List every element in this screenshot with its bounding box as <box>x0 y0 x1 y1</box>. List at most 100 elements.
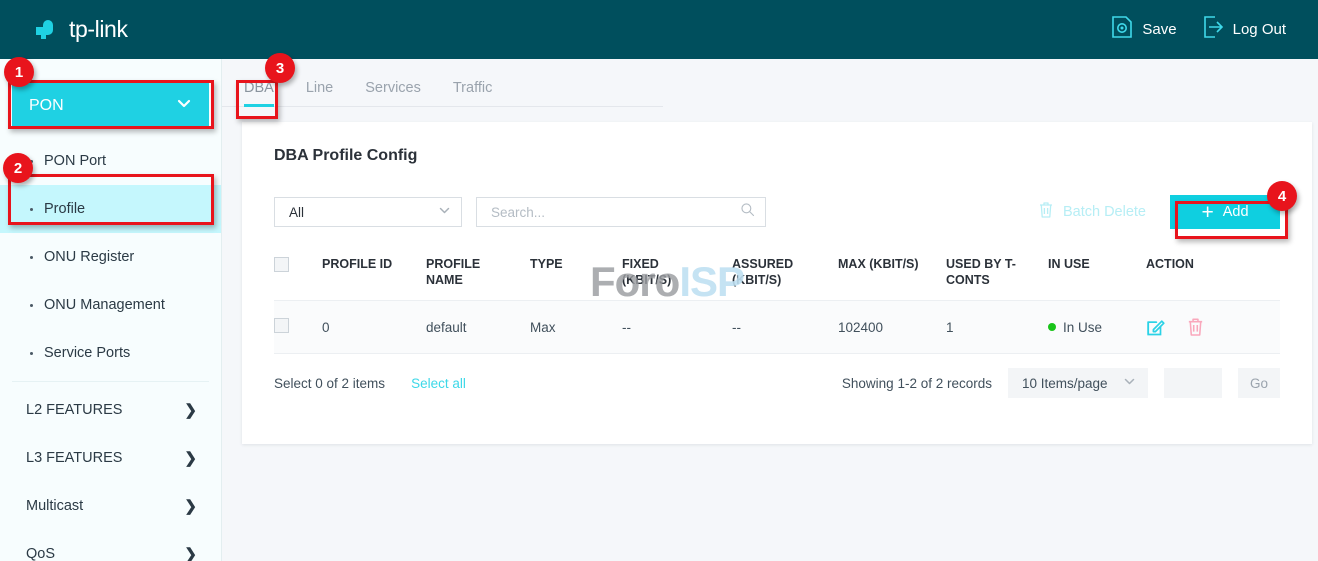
annotation-badge-4: 4 <box>1267 181 1297 211</box>
chevron-right-icon: ❯ <box>184 545 197 561</box>
main-content: DBA Line Services Traffic DBA Profile Co… <box>222 59 1318 561</box>
sidebar-group-multicast[interactable]: Multicast ❯ <box>0 482 221 530</box>
logout-button[interactable]: Log Out <box>1203 15 1286 44</box>
sidebar-item-service-ports[interactable]: Service Ports <box>0 329 221 377</box>
bullet-icon <box>30 208 33 211</box>
tab-traffic[interactable]: Traffic <box>437 80 508 106</box>
logout-arrow-icon <box>1203 15 1224 44</box>
sidebar-item-label: ONU Register <box>44 249 134 265</box>
sidebar-item-label: ONU Management <box>44 297 165 313</box>
column-fixed: FIXED(KBIT/S) <box>622 247 732 301</box>
select-all-link[interactable]: Select all <box>411 376 466 391</box>
column-profile-id: PROFILE ID <box>322 247 426 301</box>
save-button[interactable]: Save <box>1111 15 1176 44</box>
cell-action <box>1146 301 1280 354</box>
sidebar-group-pon-label: PON <box>29 97 64 115</box>
sidebar-item-pon-port[interactable]: PON Port <box>0 137 221 185</box>
header-actions: Save Log Out <box>1111 15 1286 44</box>
tab-label: DBA <box>244 80 274 96</box>
chevron-right-icon: ❯ <box>184 401 197 419</box>
cell-profile-name: default <box>426 301 530 354</box>
table-toolbar: All <box>274 195 1280 229</box>
brand-name: tp-link <box>69 16 128 43</box>
search-box <box>476 197 766 227</box>
page-size-select[interactable]: 10 Items/page <box>1008 368 1148 398</box>
annotation-badge-2: 2 <box>3 153 33 183</box>
edit-pencil-icon[interactable] <box>1146 317 1166 337</box>
column-profile-name: PROFILENAME <box>426 247 530 301</box>
records-info: Showing 1-2 of 2 records <box>842 376 992 391</box>
dba-profile-card: DBA Profile Config All <box>242 122 1312 444</box>
row-select-checkbox[interactable] <box>274 318 289 333</box>
batch-delete-button[interactable]: Batch Delete <box>1038 201 1146 223</box>
pagination-controls: Showing 1-2 of 2 records 10 Items/page G… <box>842 368 1280 398</box>
annotation-badge-1: 1 <box>4 57 34 87</box>
tab-services[interactable]: Services <box>349 80 437 106</box>
chevron-right-icon: ❯ <box>184 497 197 515</box>
page-number-input[interactable] <box>1164 368 1222 398</box>
sidebar-subitems: PON Port Profile ONU Register ONU Manage… <box>0 137 221 377</box>
sidebar-group-qos[interactable]: QoS ❯ <box>0 530 221 561</box>
sidebar-group-label: QoS <box>26 546 55 561</box>
column-action: ACTION <box>1146 247 1280 301</box>
annotation-badge-3: 3 <box>265 53 295 83</box>
select-all-header <box>274 247 322 301</box>
column-used-by-tconts: USED BY T-CONTS <box>946 247 1048 301</box>
cell-type: Max <box>530 301 622 354</box>
sidebar-item-label: Service Ports <box>44 345 130 361</box>
sidebar-item-profile[interactable]: Profile <box>0 185 221 233</box>
column-max: MAX (KBIT/S) <box>838 247 946 301</box>
table-header-row: PROFILE ID PROFILENAME TYPE FIXED(KBIT/S… <box>274 247 1280 301</box>
tab-dba[interactable]: DBA <box>236 80 290 106</box>
sidebar-group-label: L2 FEATURES <box>26 402 122 418</box>
selection-info: Select 0 of 2 items <box>274 376 385 391</box>
plus-icon: + <box>1201 202 1213 223</box>
tab-line[interactable]: Line <box>290 80 349 106</box>
cell-assured: -- <box>732 301 838 354</box>
tplink-logo-icon <box>32 15 62 45</box>
search-icon[interactable] <box>740 202 755 222</box>
batch-delete-label: Batch Delete <box>1063 204 1146 220</box>
top-header-bar: tp-link Save <box>0 0 1318 59</box>
go-button[interactable]: Go <box>1238 368 1280 398</box>
header-select-checkbox[interactable] <box>274 257 289 272</box>
filter-select-value: All <box>289 205 304 220</box>
delete-trash-icon[interactable] <box>1186 317 1205 337</box>
chevron-right-icon: ❯ <box>184 449 197 467</box>
filter-select[interactable]: All <box>274 197 462 227</box>
column-in-use: IN USE <box>1048 247 1146 301</box>
sidebar-group-pon[interactable]: PON <box>12 82 209 129</box>
add-button[interactable]: + Add <box>1170 195 1280 229</box>
table-row[interactable]: 0 default Max -- -- 102400 1 In Use <box>274 301 1280 354</box>
logout-label: Log Out <box>1233 21 1286 38</box>
page-size-value: 10 Items/page <box>1022 376 1108 391</box>
save-gear-icon <box>1111 15 1133 44</box>
cell-in-use: In Use <box>1048 301 1146 354</box>
add-label: Add <box>1223 204 1249 220</box>
search-input[interactable] <box>491 205 740 220</box>
chevron-down-icon <box>438 204 451 220</box>
brand-logo[interactable]: tp-link <box>32 15 128 45</box>
sidebar-group-l3-features[interactable]: L3 FEATURES ❯ <box>0 434 221 482</box>
tab-label: Services <box>365 80 421 96</box>
column-assured: ASSURED(KBIT/S) <box>732 247 838 301</box>
cell-fixed: -- <box>622 301 732 354</box>
chevron-down-icon <box>176 95 192 116</box>
sidebar-item-onu-register[interactable]: ONU Register <box>0 233 221 281</box>
column-type: TYPE <box>530 247 622 301</box>
sidebar-item-label: PON Port <box>44 153 106 169</box>
page-title: DBA Profile Config <box>242 122 1312 165</box>
status-badge: In Use <box>1063 320 1102 335</box>
bullet-icon <box>30 304 33 307</box>
app-root: tp-link Save <box>0 0 1318 561</box>
sidebar-divider <box>12 381 209 382</box>
sidebar-group-l2-features[interactable]: L2 FEATURES ❯ <box>0 386 221 434</box>
table-footer: Select 0 of 2 items Select all Showing 1… <box>274 368 1280 398</box>
bullet-icon <box>30 352 33 355</box>
sidebar-nav: PON PON Port Profile ONU Register ONU Ma… <box>0 59 222 561</box>
cell-max: 102400 <box>838 301 946 354</box>
dba-profile-table: PROFILE ID PROFILENAME TYPE FIXED(KBIT/S… <box>274 247 1280 354</box>
sidebar-item-onu-management[interactable]: ONU Management <box>0 281 221 329</box>
save-label: Save <box>1142 21 1176 38</box>
cell-used-by-tconts: 1 <box>946 301 1048 354</box>
